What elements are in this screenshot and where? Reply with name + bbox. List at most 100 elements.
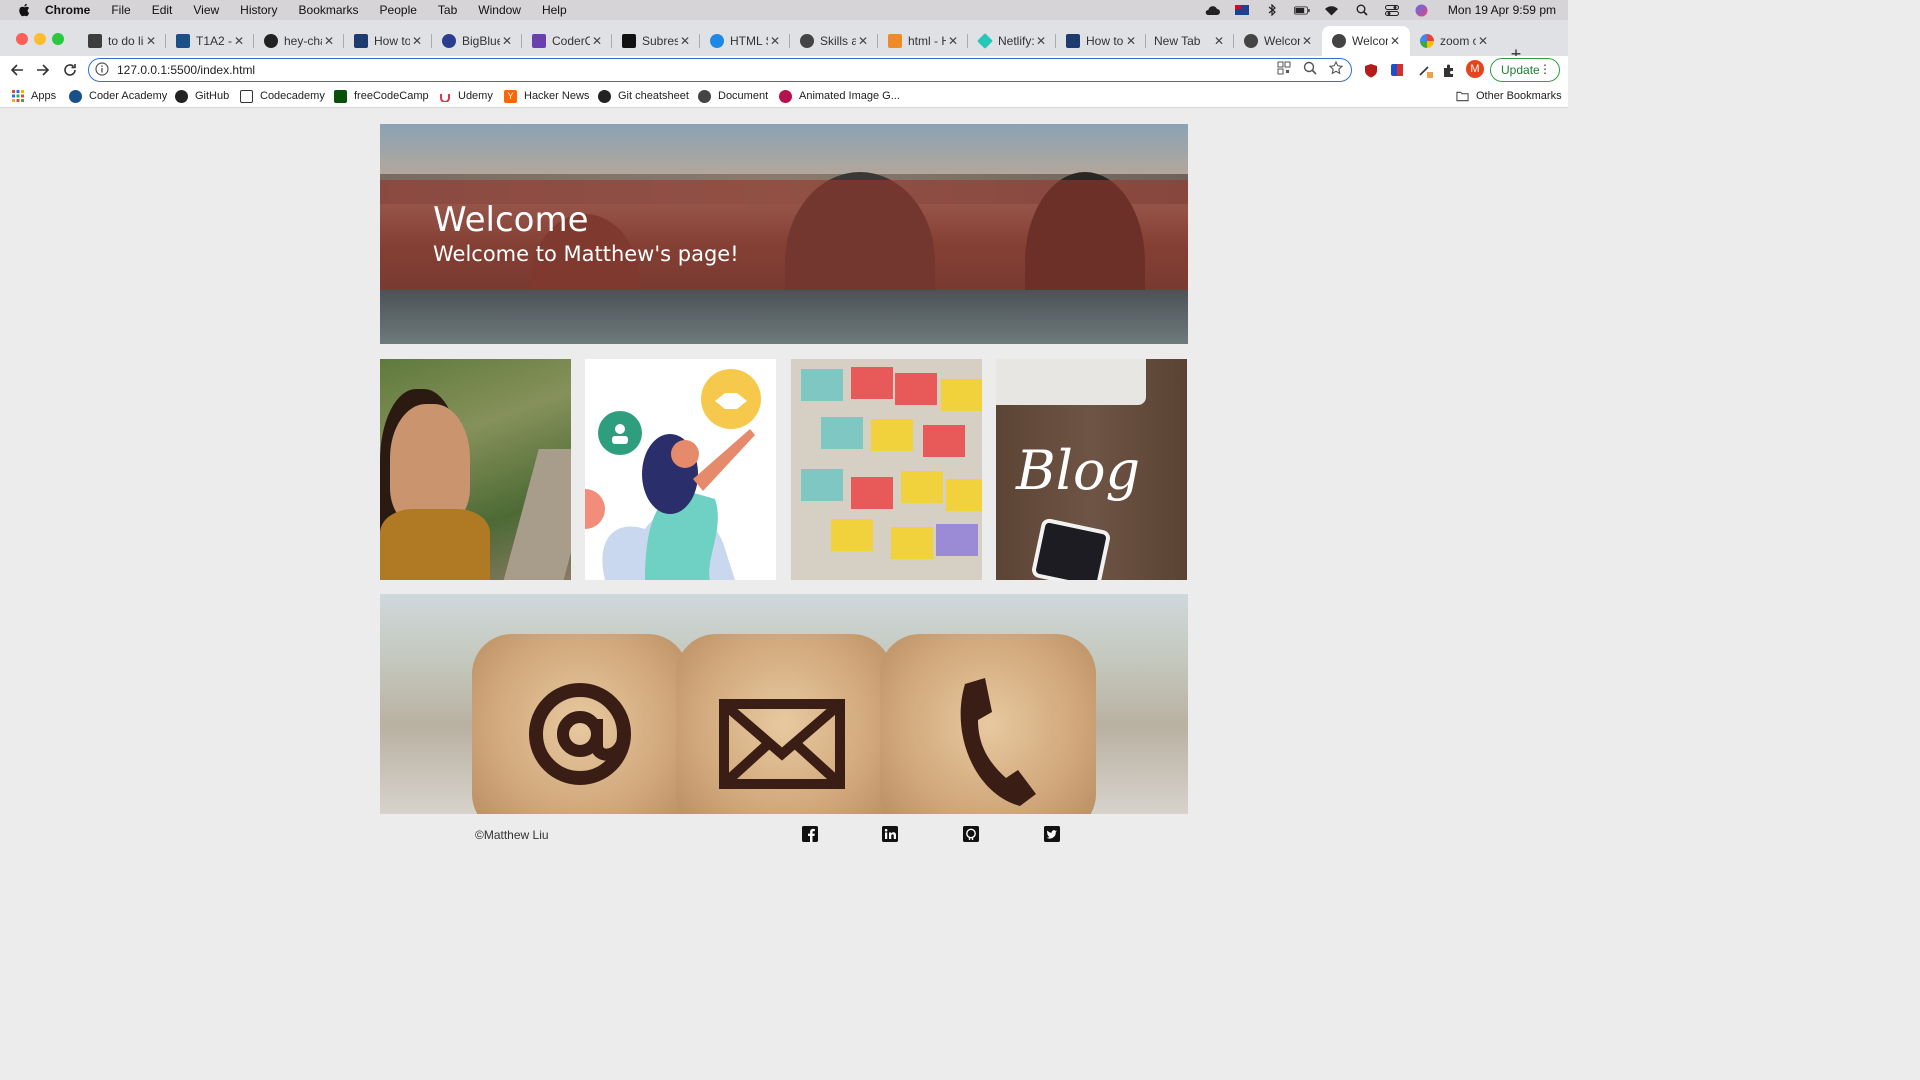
tab-close-icon[interactable]: ✕ bbox=[232, 34, 246, 48]
tab-close-icon[interactable]: ✕ bbox=[946, 34, 960, 48]
browser-tab[interactable]: HTML S ✕ bbox=[700, 26, 790, 56]
url-text[interactable]: 127.0.0.1:5500/index.html bbox=[117, 63, 1277, 77]
browser-tab[interactable]: T1A2 - I ✕ bbox=[166, 26, 254, 56]
ublock-extension-icon[interactable] bbox=[1362, 61, 1380, 79]
twitter-icon[interactable] bbox=[1044, 826, 1060, 842]
sticky-note bbox=[821, 417, 863, 449]
menu-help[interactable]: Help bbox=[542, 3, 567, 17]
tab-close-icon[interactable]: ✕ bbox=[1300, 34, 1314, 48]
browser-tab[interactable]: How to ✕ bbox=[1056, 26, 1146, 56]
battery-icon[interactable] bbox=[1293, 4, 1310, 16]
menu-tab[interactable]: Tab bbox=[438, 3, 457, 17]
facebook-icon[interactable] bbox=[802, 826, 818, 842]
menu-file[interactable]: File bbox=[111, 3, 130, 17]
minimize-window-button[interactable] bbox=[34, 33, 46, 45]
browser-tab[interactable]: CoderC ✕ bbox=[522, 26, 612, 56]
web-page-content: Welcome Welcome to Matthew's page! Blog … bbox=[0, 109, 1568, 882]
github-favicon-icon bbox=[264, 34, 278, 48]
forward-button[interactable] bbox=[34, 61, 52, 79]
bluetooth-icon[interactable] bbox=[1264, 4, 1280, 16]
cloud-icon[interactable] bbox=[1204, 4, 1220, 16]
browser-tab[interactable]: BigBlue ✕ bbox=[432, 26, 522, 56]
tab-title: to do lis bbox=[108, 34, 144, 48]
bookmark-document[interactable]: Document bbox=[698, 88, 768, 104]
tab-close-icon[interactable]: ✕ bbox=[1124, 34, 1138, 48]
zoom-icon[interactable] bbox=[1303, 61, 1317, 80]
coder-academy-icon bbox=[69, 89, 82, 103]
blog-tile[interactable]: Blog bbox=[996, 359, 1187, 580]
control-center-icon[interactable] bbox=[1384, 4, 1400, 16]
bookmark-label: Udemy bbox=[458, 90, 493, 102]
menu-window[interactable]: Window bbox=[478, 3, 521, 17]
menubar-clock[interactable]: Mon 19 Apr 9:59 pm bbox=[1448, 3, 1556, 17]
tab-close-icon[interactable]: ✕ bbox=[500, 34, 514, 48]
browser-tab[interactable]: Skills ar ✕ bbox=[790, 26, 878, 56]
flag-icon[interactable] bbox=[1234, 4, 1250, 16]
menu-people[interactable]: People bbox=[380, 3, 417, 17]
spotlight-search-icon[interactable] bbox=[1354, 4, 1370, 16]
browser-tab[interactable]: New Tab ✕ bbox=[1146, 26, 1234, 56]
contact-banner[interactable] bbox=[380, 594, 1188, 814]
back-button[interactable] bbox=[8, 61, 26, 79]
bookmark-udemy[interactable]: Udemy bbox=[438, 88, 493, 104]
eyedropper-extension-icon[interactable] bbox=[1416, 61, 1434, 79]
bookmark-hacker-news[interactable]: Y Hacker News bbox=[504, 88, 589, 104]
fullscreen-window-button[interactable] bbox=[52, 33, 64, 45]
profile-avatar[interactable]: M bbox=[1466, 60, 1484, 78]
extensions-puzzle-icon[interactable] bbox=[1440, 61, 1458, 79]
browser-tab-active[interactable]: Welcon ✕ bbox=[1322, 26, 1410, 56]
apple-icon[interactable] bbox=[17, 3, 31, 17]
menu-edit[interactable]: Edit bbox=[152, 3, 173, 17]
more-menu-icon[interactable]: ⋮ bbox=[1539, 62, 1551, 76]
tab-close-icon[interactable]: ✕ bbox=[1388, 34, 1402, 48]
projects-tile[interactable] bbox=[791, 359, 982, 580]
bookmark-other-bookmarks[interactable]: Other Bookmarks bbox=[1456, 88, 1562, 104]
skills-tile[interactable] bbox=[585, 359, 776, 580]
tab-close-icon[interactable]: ✕ bbox=[1034, 34, 1048, 48]
tab-close-icon[interactable]: ✕ bbox=[590, 34, 604, 48]
menu-bookmarks[interactable]: Bookmarks bbox=[299, 3, 359, 17]
menu-history[interactable]: History bbox=[240, 3, 277, 17]
tab-close-icon[interactable]: ✕ bbox=[678, 34, 692, 48]
tab-close-icon[interactable]: ✕ bbox=[410, 34, 424, 48]
tab-close-icon[interactable]: ✕ bbox=[1212, 34, 1226, 48]
bookmark-freecodecamp[interactable]: freeCodeCamp bbox=[334, 88, 429, 104]
tab-close-icon[interactable]: ✕ bbox=[1476, 34, 1490, 48]
browser-tab[interactable]: hey-cha ✕ bbox=[254, 26, 344, 56]
address-bar[interactable]: 127.0.0.1:5500/index.html bbox=[88, 58, 1352, 82]
tab-close-icon[interactable]: ✕ bbox=[144, 34, 158, 48]
bookmark-star-icon[interactable] bbox=[1328, 60, 1344, 80]
browser-tab[interactable]: Netlify: ✕ bbox=[968, 26, 1056, 56]
bookmark-github[interactable]: GitHub bbox=[175, 88, 229, 104]
browser-tab[interactable]: to do lis ✕ bbox=[78, 26, 166, 56]
qr-code-icon[interactable] bbox=[1277, 61, 1291, 80]
sticky-note bbox=[923, 425, 965, 457]
browser-tab[interactable]: How to ✕ bbox=[344, 26, 432, 56]
wifi-icon[interactable] bbox=[1324, 4, 1340, 16]
update-button[interactable]: Update ⋮ bbox=[1490, 58, 1560, 82]
about-me-tile[interactable] bbox=[380, 359, 571, 580]
bookmark-animated-image[interactable]: Animated Image G... bbox=[779, 88, 900, 104]
bookmark-apps[interactable]: Apps bbox=[11, 88, 56, 104]
browser-tab[interactable]: Subres ✕ bbox=[612, 26, 700, 56]
siri-icon[interactable] bbox=[1414, 4, 1430, 16]
bookmark-git-cheatsheet[interactable]: Git cheatsheet bbox=[598, 88, 689, 104]
extension-icon[interactable] bbox=[1388, 61, 1406, 79]
site-info-icon[interactable] bbox=[95, 62, 111, 78]
bookmark-codecademy[interactable]: Codecademy bbox=[240, 88, 325, 104]
reload-button[interactable] bbox=[61, 61, 79, 79]
linkedin-icon[interactable] bbox=[882, 826, 898, 842]
browser-tab[interactable]: html - H ✕ bbox=[878, 26, 968, 56]
github-icon[interactable] bbox=[963, 826, 979, 842]
menu-view[interactable]: View bbox=[193, 3, 219, 17]
browser-tab[interactable]: zoom o ✕ bbox=[1410, 26, 1498, 56]
menu-app-chrome[interactable]: Chrome bbox=[45, 3, 90, 17]
tab-close-icon[interactable]: ✕ bbox=[322, 34, 336, 48]
sticky-note bbox=[871, 419, 913, 451]
bookmark-coder-academy[interactable]: Coder Academy bbox=[69, 88, 167, 104]
tab-close-icon[interactable]: ✕ bbox=[768, 34, 782, 48]
tab-close-icon[interactable]: ✕ bbox=[856, 34, 870, 48]
site-favicon-icon bbox=[442, 34, 456, 48]
close-window-button[interactable] bbox=[16, 33, 28, 45]
browser-tab[interactable]: Welcon ✕ bbox=[1234, 26, 1322, 56]
